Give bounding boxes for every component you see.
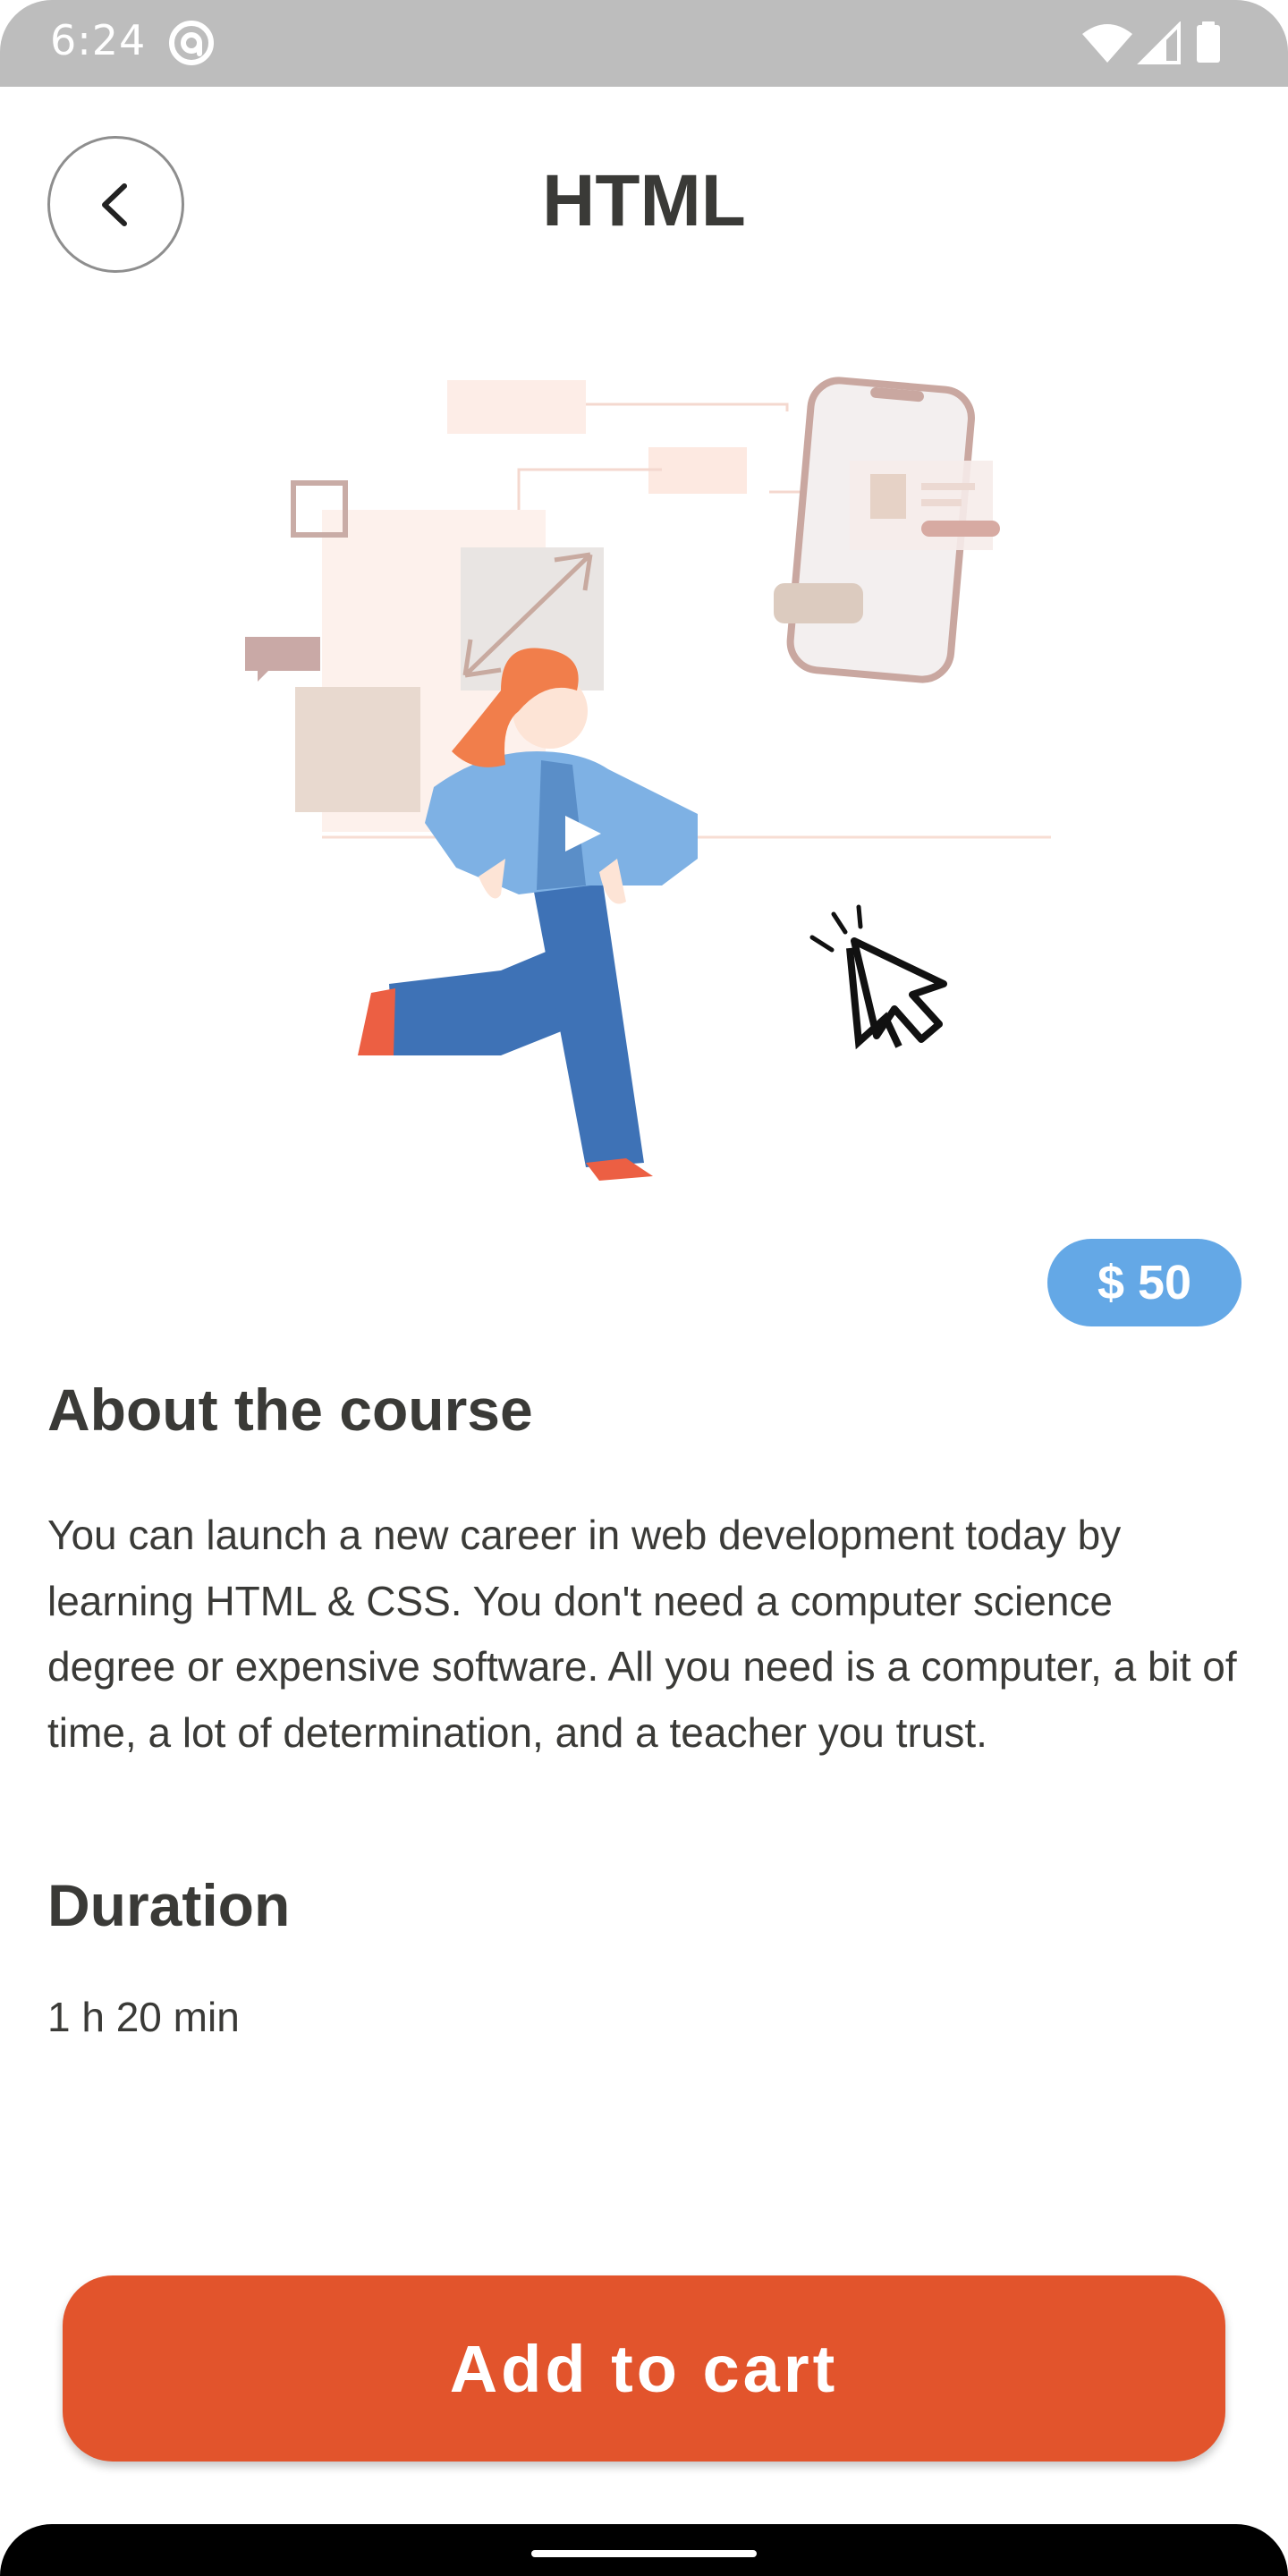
battery-icon <box>1197 21 1220 63</box>
status-bar: 6:24 <box>0 0 1288 87</box>
status-icons <box>1082 21 1220 64</box>
about-title: About the course <box>47 1377 533 1443</box>
cellular-signal-icon <box>1137 21 1181 64</box>
back-button[interactable] <box>47 136 184 273</box>
chevron-left-icon <box>101 182 127 226</box>
home-indicator[interactable] <box>531 2550 757 2557</box>
duration-value: 1 h 20 min <box>47 1994 240 2040</box>
wifi-icon <box>1082 24 1132 63</box>
duration-title: Duration <box>47 1872 291 1938</box>
hero-illustration <box>245 377 1051 1181</box>
at-sign-icon <box>169 21 214 65</box>
page-title: HTML <box>542 160 746 242</box>
add-to-cart-button[interactable]: Add to cart <box>63 2275 1225 2462</box>
price-badge: $ 50 <box>1047 1239 1241 1326</box>
status-time: 6:24 <box>50 16 147 64</box>
about-text: You can launch a new career in web devel… <box>47 1512 1237 1756</box>
phone-illustration <box>774 377 1000 683</box>
cursor-illustration <box>809 904 947 1050</box>
